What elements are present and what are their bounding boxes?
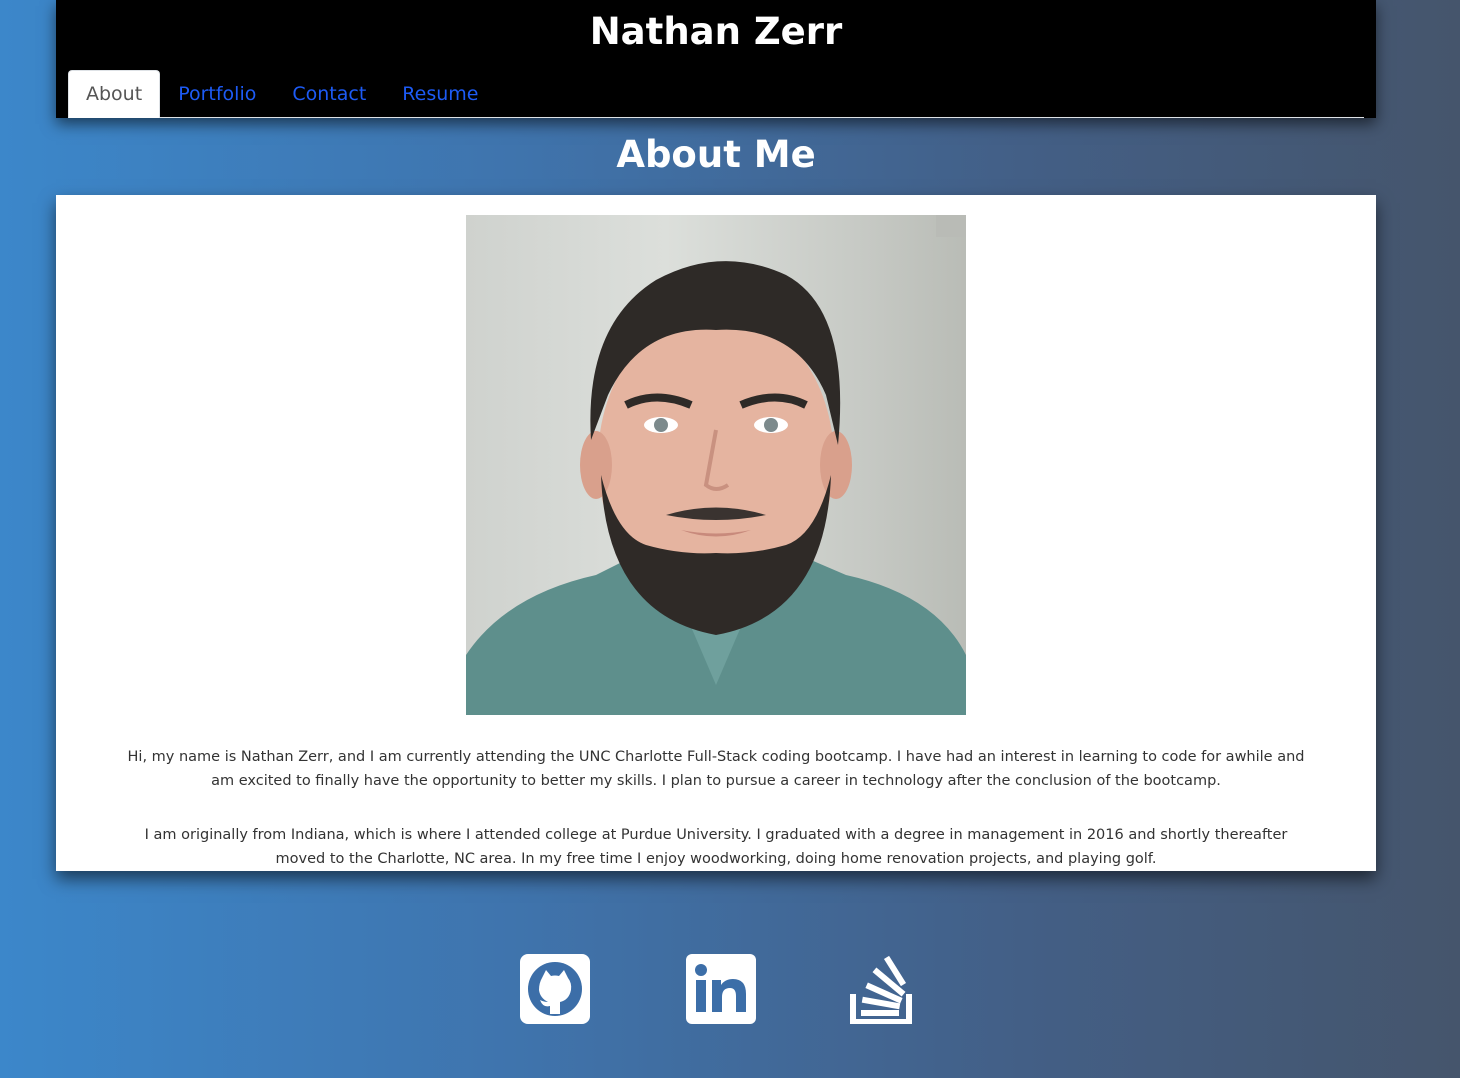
about-heading: About Me [616,133,816,176]
nav-tabs: About Portfolio Contact Resume [68,69,1364,118]
profile-photo [466,215,966,715]
tab-about[interactable]: About [68,70,161,118]
about-card: Hi, my name is Nathan Zerr, and I am cur… [56,195,1376,871]
bio-paragraph-1: Hi, my name is Nathan Zerr, and I am cur… [127,749,1305,789]
tab-contact[interactable]: Contact [274,70,384,118]
linkedin-icon[interactable] [686,954,756,1024]
stackoverflow-icon[interactable] [846,954,916,1024]
github-icon[interactable] [520,954,590,1024]
tab-portfolio[interactable]: Portfolio [160,70,274,118]
bio-paragraph-2: I am originally from Indiana, which is w… [144,827,1288,867]
site-header: Nathan Zerr About Portfolio Contact Resu… [56,0,1376,118]
site-title: Nathan Zerr [589,10,843,53]
tab-resume[interactable]: Resume [384,70,496,118]
